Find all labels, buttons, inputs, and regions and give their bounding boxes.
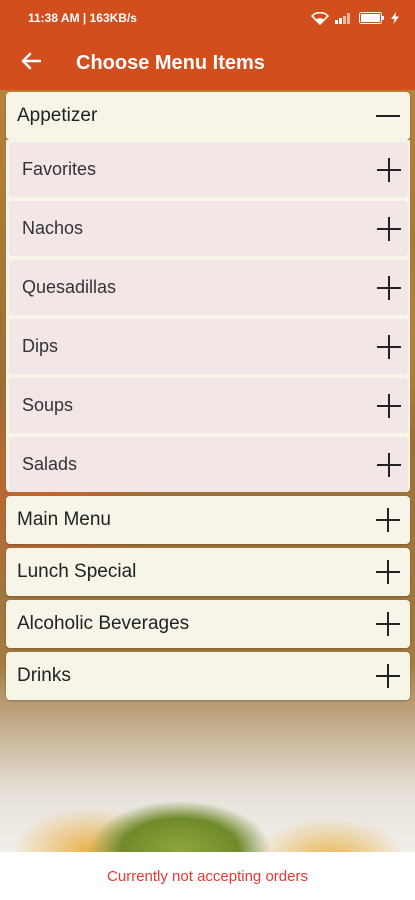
subcategory-label: Quesadillas <box>22 277 117 297</box>
subcategory-label: Salads <box>22 454 78 474</box>
subcategory-dips[interactable]: Dips <box>9 319 408 374</box>
subcategory-salads[interactable]: Salads <box>9 437 408 492</box>
status-time-info: 11:38 AM | 163KB/s <box>28 11 137 25</box>
category-alcoholic-beverages[interactable]: Alcoholic Beverages <box>6 600 410 648</box>
subcategory-soups[interactable]: Soups <box>9 378 408 433</box>
category-drinks[interactable]: Drinks <box>6 652 410 700</box>
subcategory-label: Nachos <box>22 218 84 238</box>
order-status-footer: Currently not accepting orders <box>0 852 415 900</box>
subcategory-favorites[interactable]: Favorites <box>9 142 408 197</box>
category-label: Appetizer <box>17 105 98 126</box>
plus-icon[interactable] <box>373 154 405 186</box>
charging-icon <box>391 12 399 24</box>
battery-icon <box>359 12 385 24</box>
plus-icon[interactable] <box>373 449 405 481</box>
subcategory-quesadillas[interactable]: Quesadillas <box>9 260 408 315</box>
plus-icon[interactable] <box>373 272 405 304</box>
page-title: Choose Menu Items <box>76 51 265 74</box>
subcategory-label: Dips <box>22 336 59 356</box>
subcategory-label: Soups <box>22 395 74 415</box>
signal-icon <box>335 12 353 24</box>
plus-icon[interactable] <box>372 556 404 588</box>
plus-icon[interactable] <box>373 331 405 363</box>
plus-icon[interactable] <box>372 504 404 536</box>
wifi-icon <box>311 11 329 25</box>
menu-category-list: Appetizer Favorites Nachos Quesadillas D… <box>6 92 410 704</box>
category-label: Lunch Special <box>17 561 137 582</box>
arrow-left-icon <box>21 52 42 75</box>
category-label: Main Menu <box>17 509 111 530</box>
minus-icon[interactable] <box>372 100 404 132</box>
category-label: Drinks <box>17 665 71 686</box>
appetizer-subcategory-list: Favorites Nachos Quesadillas Dips Soups … <box>6 140 410 492</box>
not-accepting-orders-message: Currently not accepting orders <box>107 867 308 885</box>
subcategory-label: Favorites <box>22 159 97 179</box>
back-button[interactable] <box>0 36 62 90</box>
app-bar: Choose Menu Items <box>0 36 415 90</box>
status-icons: 85 <box>311 11 399 25</box>
category-label: Alcoholic Beverages <box>17 613 190 634</box>
category-main-menu[interactable]: Main Menu <box>6 496 410 544</box>
plus-icon[interactable] <box>373 213 405 245</box>
plus-icon[interactable] <box>373 390 405 422</box>
plus-icon[interactable] <box>372 608 404 640</box>
category-appetizer[interactable]: Appetizer <box>6 92 410 140</box>
status-bar: 11:38 AM | 163KB/s 85 <box>0 0 415 36</box>
subcategory-nachos[interactable]: Nachos <box>9 201 408 256</box>
category-lunch-special[interactable]: Lunch Special <box>6 548 410 596</box>
plus-icon[interactable] <box>372 660 404 692</box>
